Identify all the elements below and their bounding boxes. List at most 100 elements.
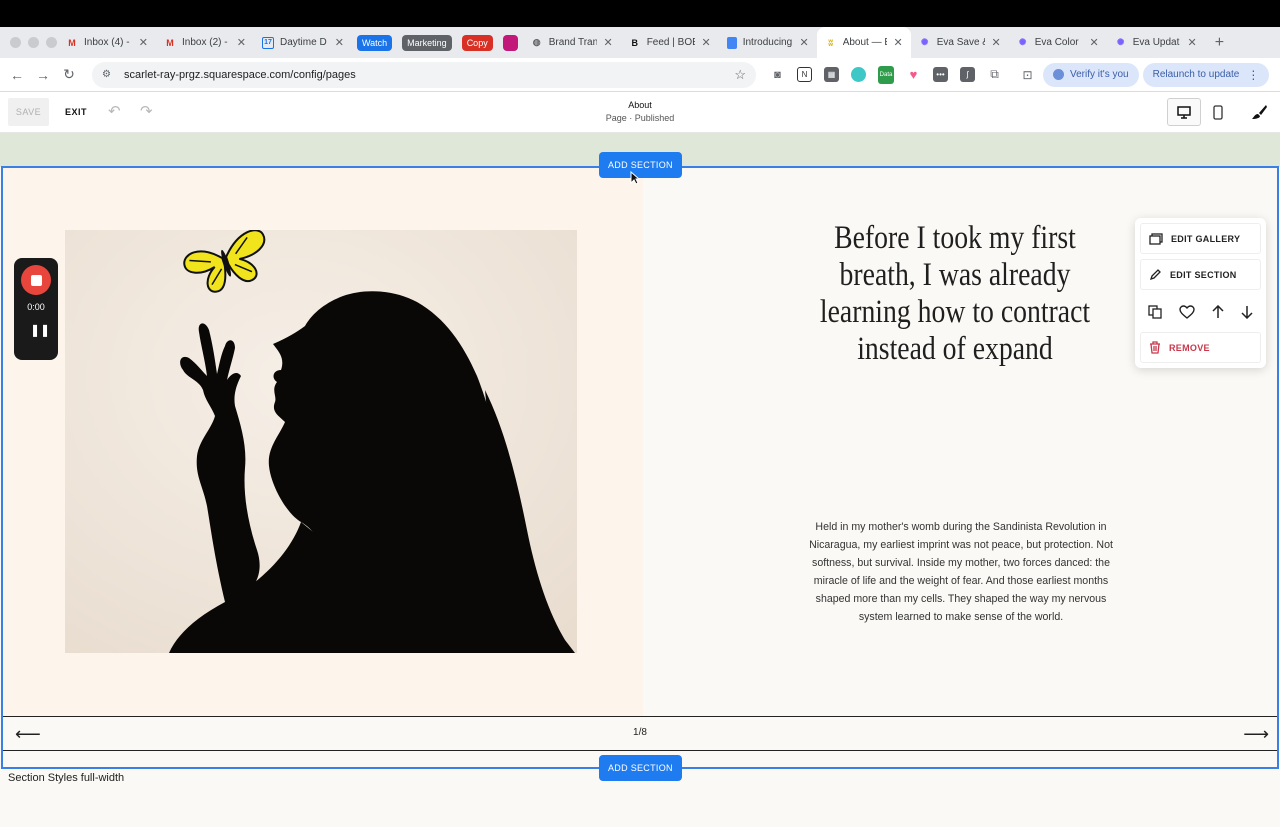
redo-icon[interactable]: ↷ [140, 102, 153, 120]
profile-icon [1053, 69, 1064, 80]
stop-icon [30, 274, 42, 286]
minimize-window-button[interactable] [28, 37, 39, 48]
exit-button[interactable]: EXIT [65, 98, 87, 126]
puzzle-icon[interactable]: ⧉ [987, 67, 1002, 82]
gallery-pane [3, 168, 643, 716]
desktop-view-icon[interactable] [1167, 98, 1201, 126]
address-bar: ← → ↻ ⚙ scarlet-ray-prgz.squarespace.com… [0, 58, 1280, 92]
close-tab-icon[interactable]: ✕ [893, 36, 902, 49]
gallery-image[interactable] [65, 230, 577, 653]
maximize-window-button[interactable] [46, 37, 57, 48]
b-icon: B [631, 37, 638, 48]
add-section-button-bottom[interactable]: ADD SECTION [599, 755, 682, 781]
browser-tab[interactable]: M Inbox (4) - ✕ [58, 27, 156, 58]
circle-extension-icon[interactable] [851, 67, 866, 82]
section-body-text[interactable]: Held in my mother's womb during the Sand… [803, 518, 1119, 626]
close-tab-icon[interactable]: ✕ [1089, 36, 1098, 49]
screen: M Inbox (4) - ✕ M Inbox (2) - ✕ 17 Dayti… [0, 0, 1280, 827]
notion-icon[interactable]: N [797, 67, 812, 82]
section-quick-actions [1140, 296, 1261, 327]
claude-icon: ✺ [1116, 37, 1125, 47]
browser-tab[interactable]: ✺ Eva Color ✕ [1009, 27, 1107, 58]
close-tab-icon[interactable]: ✕ [335, 36, 344, 49]
window-controls [0, 37, 58, 48]
tab-group-marketing[interactable]: Marketing [402, 34, 452, 51]
close-tab-icon[interactable]: ✕ [701, 36, 710, 49]
tab-group-collapsed[interactable] [502, 34, 518, 51]
close-tab-icon[interactable]: ✕ [139, 36, 148, 49]
heart-extension-icon[interactable]: ♥ [906, 67, 921, 82]
move-down-arrow-icon[interactable] [1241, 305, 1253, 319]
close-tab-icon[interactable]: ✕ [799, 36, 808, 49]
data-extension-icon[interactable]: Data [878, 65, 894, 84]
pause-icon[interactable]: ❚❚ [30, 323, 50, 337]
browser-tab[interactable]: M Inbox (2) - ✕ [156, 27, 254, 58]
save-button[interactable]: SAVE [8, 98, 49, 126]
site-settings-icon[interactable]: ⚙ [102, 69, 116, 80]
browser-tab[interactable]: ✺ Eva Updat ✕ [1107, 27, 1205, 58]
next-slide-arrow-icon[interactable]: ⟶ [1243, 724, 1269, 745]
close-tab-icon[interactable]: ✕ [603, 36, 612, 49]
gallery-icon [1149, 232, 1163, 245]
gmail-icon: M [166, 37, 174, 48]
forward-icon[interactable]: → [30, 67, 56, 83]
section-style-label: Section Styles full-width [8, 772, 125, 784]
relaunch-button[interactable]: Relaunch to update ⋮ [1142, 62, 1270, 87]
browser-tab-strip: M Inbox (4) - ✕ M Inbox (2) - ✕ 17 Dayti… [0, 27, 1280, 58]
grid-icon[interactable]: ▦ [824, 67, 839, 82]
claude-icon: ✺ [920, 37, 929, 47]
verify-button[interactable]: Verify it's you [1043, 62, 1139, 87]
new-tab-icon[interactable]: + [1215, 34, 1224, 52]
close-tab-icon[interactable]: ✕ [1187, 36, 1196, 49]
mobile-view-icon[interactable] [1206, 98, 1230, 126]
browser-tab-active[interactable]: ʬ About — E ✕ [816, 27, 911, 58]
browser-tab[interactable]: Introducing ✕ [719, 27, 817, 58]
claude-icon: ✺ [1018, 37, 1027, 47]
browser-tab[interactable]: 17 Daytime D ✕ [254, 27, 352, 58]
url-field[interactable]: ⚙ scarlet-ray-prgz.squarespace.com/confi… [92, 61, 756, 88]
back-icon[interactable]: ← [4, 67, 30, 83]
site-styles-brush-icon[interactable] [1247, 98, 1271, 126]
butterfly-icon: ʬ [828, 37, 834, 48]
bookmark-star-icon[interactable]: ☆ [734, 67, 746, 83]
undo-icon[interactable]: ↶ [108, 102, 121, 120]
silhouette-illustration [65, 230, 577, 653]
edit-gallery-button[interactable]: EDIT GALLERY [1140, 223, 1261, 254]
tab-group-copy[interactable]: Copy [461, 34, 493, 51]
section-heading[interactable]: Before I took my first breath, I was alr… [804, 220, 1106, 368]
previous-slide-arrow-icon[interactable]: ⟵ [15, 724, 41, 745]
top-bar [0, 0, 1280, 27]
duplicate-icon[interactable] [1148, 304, 1163, 319]
selected-section[interactable]: Before I took my first breath, I was alr… [1, 166, 1279, 769]
pencil-icon [1149, 269, 1161, 281]
page-title: About [628, 100, 652, 110]
more-menu-icon[interactable]: ⋮ [1247, 68, 1259, 82]
slide-counter: 1/8 [633, 727, 647, 738]
stop-recording-button[interactable] [21, 265, 51, 295]
page-canvas: Before I took my first breath, I was alr… [0, 133, 1280, 827]
move-up-arrow-icon[interactable] [1212, 304, 1224, 319]
browser-tab[interactable]: B Feed | BOE ✕ [621, 27, 719, 58]
password-icon[interactable]: ••• [933, 67, 948, 82]
camera-icon[interactable]: ◙ [770, 67, 785, 82]
gallery-navigation: ⟵ 1/8 ⟶ [3, 716, 1277, 751]
script-icon[interactable]: ʃ [960, 67, 975, 82]
heart-icon[interactable] [1179, 304, 1195, 319]
close-tab-icon[interactable]: ✕ [237, 36, 246, 49]
tab-group-watch[interactable]: Watch [357, 34, 393, 51]
calendar-icon: 17 [262, 36, 274, 49]
gmail-icon: M [68, 37, 76, 48]
add-section-button-top[interactable]: ADD SECTION [599, 152, 682, 178]
close-window-button[interactable] [10, 37, 21, 48]
extensions-toolbar: ◙ N ▦ Data ♥ ••• ʃ ⧉ ⊡ [770, 65, 1035, 84]
page-status: Page · Published [605, 113, 675, 123]
cast-icon[interactable]: ⊡ [1020, 67, 1035, 82]
close-tab-icon[interactable]: ✕ [991, 36, 1000, 49]
screen-recorder-widget: 0:00 ❚❚ [14, 258, 58, 360]
edit-section-button[interactable]: EDIT SECTION [1140, 259, 1261, 290]
globe-icon: ◍ [532, 37, 541, 47]
browser-tab[interactable]: ◍ Brand Tran ✕ [523, 27, 621, 58]
remove-section-button[interactable]: REMOVE [1140, 332, 1261, 363]
browser-tab[interactable]: ✺ Eva Save & ✕ [911, 27, 1009, 58]
reload-icon[interactable]: ↻ [56, 66, 82, 83]
